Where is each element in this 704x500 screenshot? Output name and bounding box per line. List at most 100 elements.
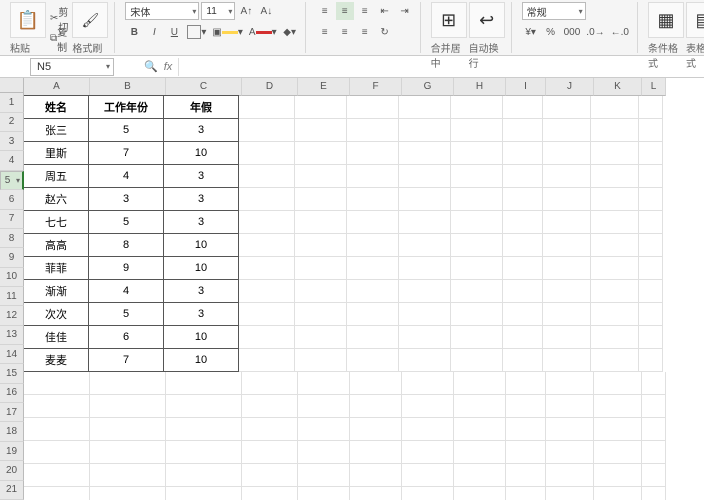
cell[interactable] [639,165,663,188]
cell[interactable] [166,441,242,464]
cell[interactable] [350,395,402,418]
cell[interactable] [298,441,350,464]
cell[interactable]: 10 [163,141,239,165]
cell[interactable] [506,395,546,418]
cell[interactable] [399,326,451,349]
cell[interactable] [454,395,506,418]
cell[interactable] [543,349,591,372]
font-grow-button[interactable]: A↑ [237,2,255,20]
font-size-select[interactable]: 11 [201,2,235,20]
row-header[interactable]: 15 [0,364,24,383]
cell[interactable] [594,395,642,418]
cell[interactable] [506,464,546,487]
cell[interactable] [402,487,454,500]
cell[interactable] [594,464,642,487]
cell[interactable]: 高高 [24,233,89,257]
cell[interactable] [90,418,166,441]
cell[interactable] [347,211,399,234]
cell[interactable]: 3 [163,279,239,303]
cell[interactable]: 6 [88,325,164,349]
cell[interactable] [402,418,454,441]
cell[interactable] [347,119,399,142]
cell[interactable] [642,395,666,418]
cell[interactable] [24,441,90,464]
cell[interactable]: 赵六 [24,187,89,211]
cell[interactable] [639,257,663,280]
cell[interactable] [402,441,454,464]
col-header-C[interactable]: C [166,78,242,96]
font-name-select[interactable]: 宋体 [125,2,199,20]
cell[interactable] [24,372,90,395]
align-top-button[interactable]: ≡ [316,2,334,20]
cell[interactable] [543,303,591,326]
cell[interactable] [295,234,347,257]
row-header[interactable]: 12 [0,306,24,325]
cell[interactable]: 10 [163,233,239,257]
indent-inc-button[interactable]: ⇥ [396,2,414,20]
cell[interactable] [639,234,663,257]
cell[interactable] [350,372,402,395]
col-header-H[interactable]: H [454,78,506,96]
cell[interactable] [239,142,295,165]
cell[interactable] [591,303,639,326]
row-header[interactable]: 1 [0,93,24,112]
cell[interactable] [399,96,451,119]
cell[interactable] [242,372,298,395]
cell[interactable] [543,165,591,188]
cell[interactable] [239,234,295,257]
cell[interactable] [90,464,166,487]
cell[interactable]: 8 [88,233,164,257]
cell[interactable]: 麦麦 [24,348,89,372]
cell[interactable] [402,372,454,395]
cond-format-button[interactable]: ▦ [648,2,684,38]
align-middle-button[interactable]: ≡ [336,2,354,20]
cell[interactable]: 工作年份 [88,95,164,119]
indent-dec-button[interactable]: ⇤ [376,2,394,20]
cell[interactable] [166,372,242,395]
cell[interactable] [546,441,594,464]
cell[interactable] [298,395,350,418]
cell[interactable] [239,165,295,188]
cell[interactable] [399,211,451,234]
col-header-E[interactable]: E [298,78,350,96]
underline-button[interactable]: U [165,23,183,41]
row-header[interactable]: 3 [0,132,24,151]
row-header[interactable]: 8 [0,229,24,248]
select-all-corner[interactable] [0,78,24,93]
cell[interactable] [543,280,591,303]
cell[interactable] [90,487,166,500]
cell[interactable]: 3 [163,164,239,188]
cell[interactable] [451,280,503,303]
cell[interactable] [594,487,642,500]
cell[interactable] [347,349,399,372]
cell[interactable] [639,280,663,303]
cell[interactable] [642,418,666,441]
cell[interactable] [591,119,639,142]
cell[interactable] [166,395,242,418]
cell[interactable] [639,96,663,119]
cell[interactable] [402,464,454,487]
row-header[interactable]: 10 [0,268,24,287]
row-header[interactable]: 7 [0,210,24,229]
row-header[interactable]: 9 [0,248,24,267]
cell[interactable]: 里斯 [24,141,89,165]
cell[interactable]: 3 [163,118,239,142]
cell[interactable] [451,257,503,280]
cell[interactable] [543,234,591,257]
cell[interactable] [347,142,399,165]
cell[interactable] [90,372,166,395]
cell[interactable] [295,326,347,349]
align-right-button[interactable]: ≡ [356,23,374,41]
cell[interactable] [239,119,295,142]
cell[interactable] [451,303,503,326]
cell[interactable] [347,96,399,119]
cell[interactable] [239,96,295,119]
cell[interactable] [347,303,399,326]
cell[interactable] [90,395,166,418]
cell[interactable] [90,441,166,464]
fx-search-icon[interactable]: 🔍 [144,60,158,73]
cell[interactable] [543,119,591,142]
cell[interactable] [591,142,639,165]
cell[interactable] [451,188,503,211]
cell[interactable]: 5 [88,210,164,234]
